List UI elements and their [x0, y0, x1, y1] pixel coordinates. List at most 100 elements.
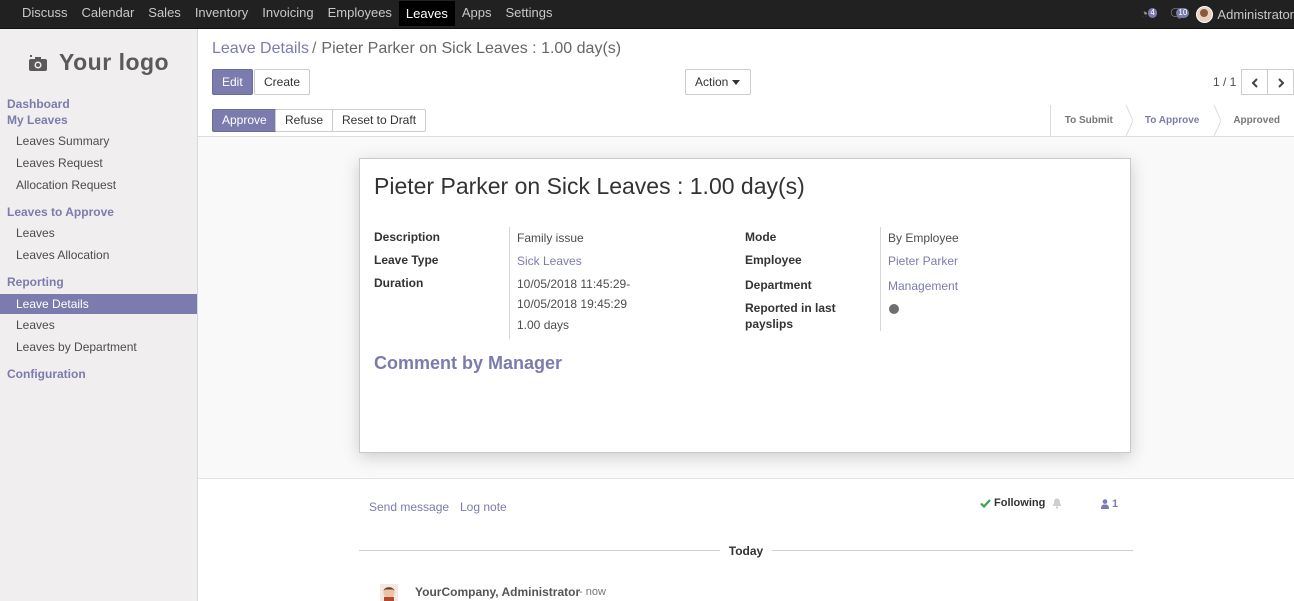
app-menu: Discuss Calendar Sales Inventory Invoici… [15, 0, 559, 28]
menu-employees[interactable]: Employees [321, 0, 399, 26]
field-divider [880, 227, 881, 331]
form-sheet: Pieter Parker on Sick Leaves : 1.00 day(… [359, 158, 1131, 453]
form-statusbar: Approve Refuse Reset to Draft To Submit … [198, 105, 1294, 137]
sidebar-item-leaves-request[interactable]: Leaves Request [0, 153, 197, 173]
date-separator-line [772, 550, 1133, 551]
duration-label: Duration [374, 276, 424, 290]
pager-previous-button[interactable] [1241, 69, 1268, 95]
activity-button[interactable]: ◔ 4 [1140, 7, 1158, 21]
leave-type-link[interactable]: Sick Leaves [517, 254, 582, 268]
user-menu[interactable]: Administrator [1196, 5, 1294, 23]
reported-label-line2: payslips [745, 317, 794, 331]
date-from-value[interactable]: 10/05/2018 11:45:29- [517, 277, 630, 291]
reset-to-draft-button[interactable]: Reset to Draft [332, 109, 427, 132]
sidebar-item-approve-leaves[interactable]: Leaves [0, 223, 197, 243]
department-link[interactable]: Management [888, 279, 958, 293]
refuse-button[interactable]: Refuse [275, 109, 334, 132]
message-time: - now [579, 586, 606, 598]
sidebar-item-report-leaves[interactable]: Leaves [0, 315, 197, 335]
followers-count: 1 [1112, 498, 1119, 510]
clock-icon: ◔ [1140, 6, 1149, 21]
breadcrumb-current: Pieter Parker on Sick Leaves : 1.00 day(… [321, 40, 622, 57]
logo-text: Your logo [59, 49, 170, 75]
menu-discuss[interactable]: Discuss [15, 0, 75, 26]
message-count: 10 [1176, 8, 1190, 18]
chevron-left-icon [1251, 78, 1258, 88]
breadcrumb-separator: / [311, 40, 317, 57]
user-icon [1101, 499, 1109, 509]
following-button[interactable]: Following [980, 497, 1045, 509]
breadcrumb: Leave Details / Pieter Parker on Sick Leav… [212, 40, 621, 58]
record-title: Pieter Parker on Sick Leaves : 1.00 day(… [374, 173, 805, 199]
sidebar-my-leaves[interactable]: My Leaves [7, 113, 68, 127]
user-name: Administrator [1217, 6, 1294, 22]
leave-type-label: Leave Type [374, 253, 439, 267]
date-separator-label: Today [728, 544, 764, 558]
sidebar-item-leaves-allocation[interactable]: Leaves Allocation [0, 245, 197, 265]
menu-settings[interactable]: Settings [498, 0, 559, 26]
reported-label: Reported in last payslips [745, 300, 836, 332]
pager-next-button[interactable] [1267, 69, 1294, 95]
stage-to-approve[interactable]: To Approve [1127, 105, 1222, 136]
caret-down-icon [732, 80, 741, 85]
log-note-link[interactable]: Log note [460, 500, 507, 514]
stage-approved-label: Approved [1233, 115, 1280, 126]
author-avatar[interactable] [380, 584, 398, 601]
following-label: Following [994, 497, 1046, 509]
bell-icon[interactable] [1052, 498, 1062, 509]
check-icon [980, 498, 991, 508]
stage-to-submit-label: To Submit [1064, 115, 1113, 126]
stage-approved[interactable]: Approved [1215, 105, 1294, 136]
breadcrumb-parent[interactable]: Leave Details [212, 40, 309, 57]
sidebar-item-leaves-summary[interactable]: Leaves Summary [0, 131, 197, 151]
sidebar-reporting[interactable]: Reporting [7, 275, 64, 289]
menu-calendar[interactable]: Calendar [75, 0, 142, 26]
message-author[interactable]: YourCompany, Administrator [415, 585, 580, 599]
department-label: Department [745, 278, 812, 292]
pager-value[interactable]: 1 / 1 [1213, 75, 1236, 89]
reported-label-line1: Reported in last [745, 301, 836, 315]
reported-checkbox[interactable] [889, 304, 899, 314]
stage-pipeline: To Submit To Approve Approved [1049, 105, 1294, 136]
avatar [1196, 5, 1214, 23]
duration-days-value[interactable]: 1.00 days [517, 318, 569, 332]
date-separator-line [359, 550, 720, 551]
menu-leaves[interactable]: Leaves [398, 1, 455, 26]
field-divider [509, 227, 510, 339]
description-value[interactable]: Family issue [517, 231, 584, 245]
chevron-right-icon [1278, 78, 1285, 88]
sidebar-item-leaves-by-department[interactable]: Leaves by Department [0, 337, 197, 357]
date-to-value[interactable]: 10/05/2018 19:45:29 [517, 297, 627, 311]
control-panel: Leave Details / Pieter Parker on Sick Leav… [198, 29, 1294, 106]
messages-button[interactable]: 🗨 10 [1168, 7, 1190, 21]
activity-count: 4 [1148, 8, 1157, 18]
approve-button[interactable]: Approve [212, 109, 277, 132]
sidebar: Your logo Dashboard My Leaves Leaves Sum… [0, 29, 198, 601]
menu-inventory[interactable]: Inventory [188, 0, 255, 26]
description-label: Description [374, 230, 441, 244]
edit-button[interactable]: Edit [212, 69, 253, 95]
sidebar-configuration[interactable]: Configuration [7, 367, 86, 381]
send-message-link[interactable]: Send message [369, 500, 449, 514]
mode-value[interactable]: By Employee [888, 231, 959, 245]
company-logo: Your logo [28, 49, 169, 76]
mode-label: Mode [745, 230, 777, 244]
action-label: Action [695, 75, 729, 89]
employee-link[interactable]: Pieter Parker [888, 254, 958, 268]
comment-by-manager-heading: Comment by Manager [374, 353, 563, 373]
followers-button[interactable]: 1 [1101, 498, 1118, 510]
employee-label: Employee [745, 253, 802, 267]
sidebar-dashboard[interactable]: Dashboard [7, 97, 70, 111]
stage-to-submit[interactable]: To Submit [1051, 105, 1133, 136]
action-dropdown[interactable]: Action [685, 69, 752, 95]
camera-icon [29, 54, 47, 71]
top-navbar: Discuss Calendar Sales Inventory Invoici… [0, 0, 1294, 29]
systray: ◔ 4 🗨 10 Administrator [1140, 0, 1294, 28]
sidebar-leaves-to-approve[interactable]: Leaves to Approve [7, 205, 114, 219]
menu-apps[interactable]: Apps [455, 0, 499, 26]
create-button[interactable]: Create [254, 69, 311, 95]
menu-sales[interactable]: Sales [141, 0, 188, 26]
menu-invoicing[interactable]: Invoicing [255, 0, 320, 26]
sidebar-item-leave-details[interactable]: Leave Details [0, 294, 197, 314]
sidebar-item-allocation-request[interactable]: Allocation Request [0, 175, 197, 195]
